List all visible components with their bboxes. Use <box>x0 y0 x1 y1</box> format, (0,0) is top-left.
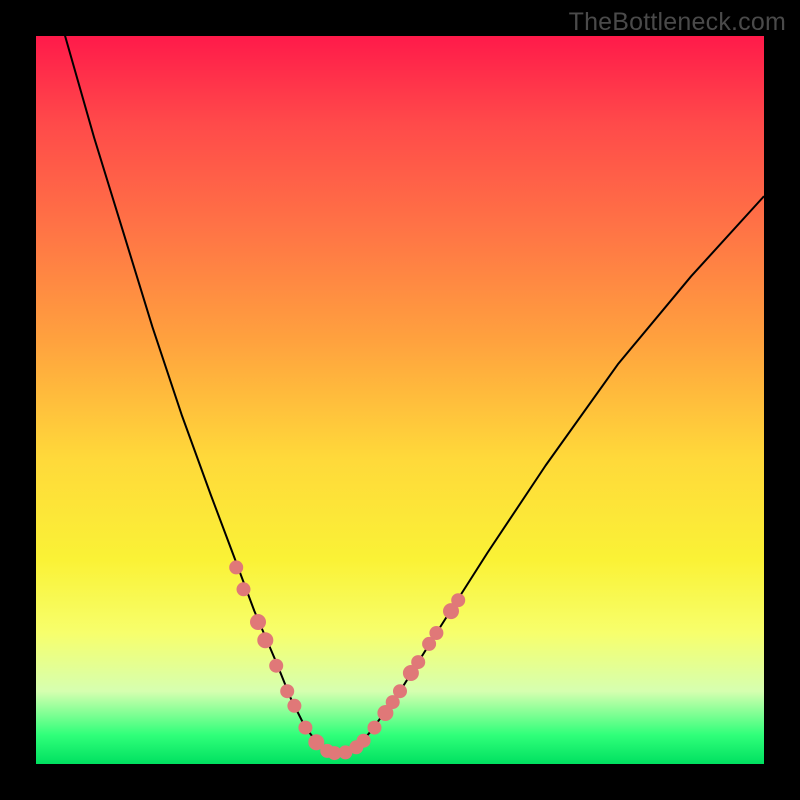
highlight-marker <box>429 626 443 640</box>
highlight-marker <box>451 593 465 607</box>
chart-svg <box>36 36 764 764</box>
highlight-marker <box>298 721 312 735</box>
curve-line <box>36 0 764 754</box>
highlight-marker <box>287 699 301 713</box>
highlight-marker <box>393 684 407 698</box>
highlight-marker <box>229 560 243 574</box>
highlight-marker <box>237 582 251 596</box>
highlight-marker <box>257 632 273 648</box>
plot-area <box>36 36 764 764</box>
highlight-marker <box>269 659 283 673</box>
chart-frame: TheBottleneck.com <box>0 0 800 800</box>
highlight-marker <box>250 614 266 630</box>
highlight-marker <box>411 655 425 669</box>
highlight-marker <box>280 684 294 698</box>
watermark-text: TheBottleneck.com <box>569 8 786 37</box>
highlight-marker <box>368 721 382 735</box>
highlight-marker <box>357 734 371 748</box>
marker-group <box>229 560 465 760</box>
